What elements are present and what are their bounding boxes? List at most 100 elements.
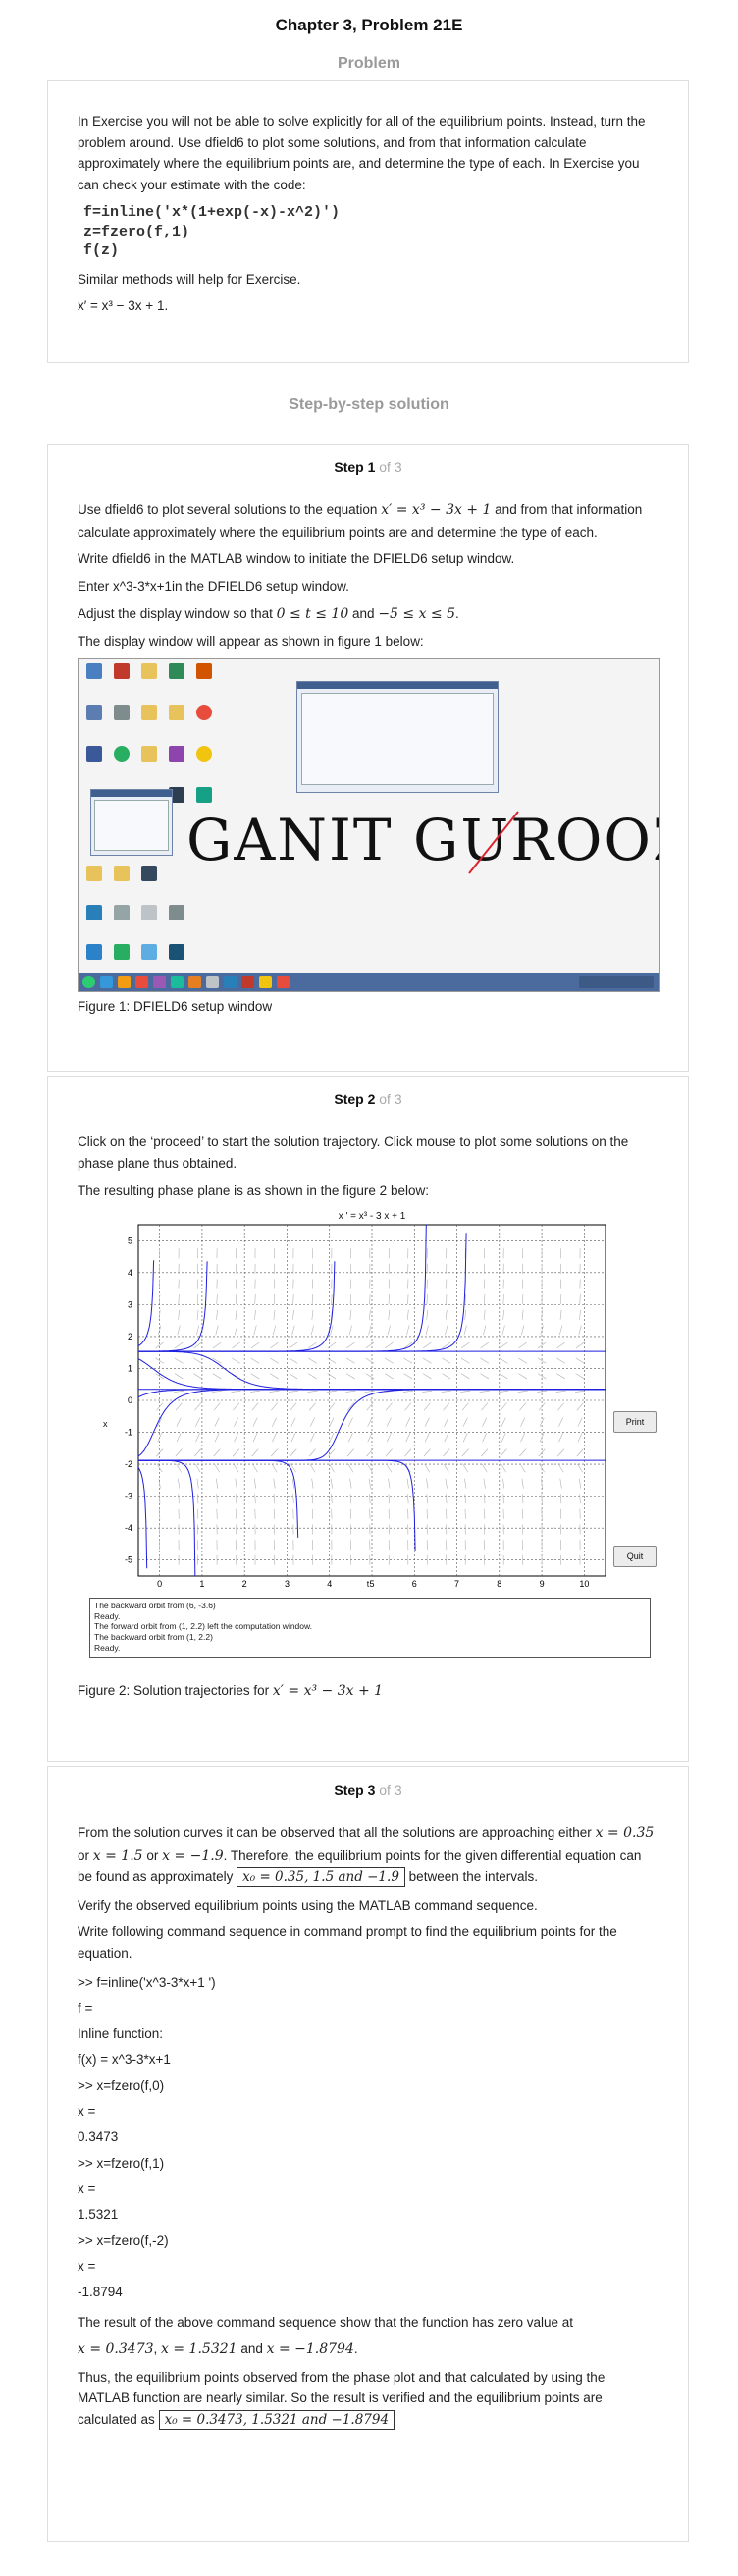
- step3-p4-values: x = 0.3473, x = 1.5321 and x = −1.8794.: [78, 2339, 659, 2360]
- chart-title: x ' = x³ - 3 x + 1: [339, 1211, 406, 1222]
- taskbar-icon[interactable]: [100, 976, 113, 988]
- x-tick-label: 7: [454, 1579, 459, 1589]
- cmd-line: f(x) = x^3-3*x+1: [78, 2047, 659, 2073]
- equation: x′ = x³ − 3x + 1: [381, 502, 491, 518]
- x-tick-label: 4: [327, 1579, 332, 1589]
- text: Use dfield6 to plot several solutions to…: [78, 502, 377, 517]
- problem-intro: In Exercise you will not be able to solv…: [78, 111, 659, 195]
- step2-panel: Step 2 of 3 Click on the ‘proceed’ to st…: [47, 1076, 689, 1762]
- step3-p5: Thus, the equilibrium points observed fr…: [78, 2367, 659, 2432]
- system-tray: [579, 976, 654, 988]
- taskbar-icon[interactable]: [135, 976, 148, 988]
- x-tick-label: 10: [579, 1579, 589, 1589]
- y-tick-label: 3: [128, 1300, 132, 1310]
- message-line: The backward orbit from (6, -3.6): [94, 1601, 646, 1611]
- step3-header: Step 3 of 3: [78, 1779, 659, 1801]
- command-sequence: >> f=inline('x^3-3*x+1 ') f = Inline fun…: [78, 1971, 659, 2306]
- value: x = 1.5: [93, 1848, 143, 1864]
- print-button[interactable]: Print: [613, 1411, 657, 1433]
- step2-p2: The resulting phase plane is as shown in…: [78, 1181, 659, 1202]
- code-line: f(z): [83, 241, 659, 261]
- value: x = 1.5321: [161, 2341, 237, 2357]
- cmd-line: >> x=fzero(f,0): [78, 2074, 659, 2099]
- step3-p1: From the solution curves it can be obser…: [78, 1822, 659, 1888]
- y-tick-label: -2: [125, 1459, 132, 1469]
- x-tick-label: 8: [497, 1579, 501, 1589]
- y-tick-label: 5: [128, 1235, 132, 1245]
- step1-p5: The display window will appear as shown …: [78, 631, 659, 653]
- taskbar-icon[interactable]: [171, 976, 184, 988]
- text: and: [352, 606, 375, 621]
- taskbar-icon[interactable]: [277, 976, 290, 988]
- value: x = 0.3473: [78, 2341, 154, 2357]
- problem-heading: Problem: [0, 51, 738, 77]
- text: and: [240, 2341, 263, 2356]
- step2-header: Step 2 of 3: [78, 1088, 659, 1110]
- step3-panel: Step 3 of 3 From the solution curves it …: [47, 1766, 689, 2542]
- x-tick-label: 5: [369, 1579, 374, 1589]
- y-tick-label: 1: [128, 1364, 132, 1374]
- inequality: −5 ≤ x ≤ 5: [378, 606, 455, 622]
- taskbar-icon[interactable]: [118, 976, 131, 988]
- y-tick-label: -1: [125, 1428, 132, 1438]
- step2-p1: Click on the ‘proceed’ to start the solu…: [78, 1131, 659, 1174]
- problem-code: f=inline('x*(1+exp(-x)-x^2)') z=fzero(f,…: [83, 203, 659, 261]
- taskbar-icon[interactable]: [206, 976, 219, 988]
- x-tick-label: 6: [412, 1579, 417, 1589]
- figure2-caption: Figure 2: Solution trajectories for x′ =…: [78, 1680, 659, 1702]
- x-tick-label: 2: [242, 1579, 247, 1589]
- x-tick-label: 9: [540, 1579, 545, 1589]
- x-tick-label: 3: [285, 1579, 290, 1589]
- cmd-line: x =: [78, 2099, 659, 2125]
- value: x = 0.35: [596, 1825, 655, 1841]
- taskbar-icon[interactable]: [241, 976, 254, 988]
- y-tick-label: 2: [128, 1332, 132, 1341]
- windows-taskbar: [79, 973, 659, 991]
- step-label: Step 3: [334, 1782, 375, 1798]
- step1-p3: Enter x^3-3*x+1in the DFIELD6 setup wind…: [78, 576, 659, 598]
- step1-p4: Adjust the display window so that 0 ≤ t …: [78, 604, 659, 625]
- cmd-line: x =: [78, 2254, 659, 2280]
- text: or: [146, 1848, 158, 1863]
- y-tick-label: 0: [128, 1395, 132, 1405]
- step-of: of 3: [379, 1782, 401, 1798]
- value: x = −1.9: [162, 1848, 224, 1864]
- message-line: The backward orbit from (1, 2.2): [94, 1632, 646, 1643]
- x-tick-label: 0: [157, 1579, 162, 1589]
- watermark-slash: [79, 659, 659, 991]
- equation: x′ = x³ − 3x + 1: [273, 1683, 383, 1699]
- step1-p1: Use dfield6 to plot several solutions to…: [78, 499, 659, 543]
- cmd-line: -1.8794: [78, 2280, 659, 2305]
- y-axis-label: x: [103, 1419, 108, 1429]
- cmd-line: >> x=fzero(f,-2): [78, 2229, 659, 2254]
- message-line: The forward orbit from (1, 2.2) left the…: [94, 1621, 646, 1632]
- boxed-answer: x₀ = 0.35, 1.5 and −1.9: [237, 1867, 405, 1887]
- taskbar-icon[interactable]: [259, 976, 272, 988]
- text: .: [455, 606, 459, 621]
- cmd-line: x =: [78, 2177, 659, 2202]
- solution-heading: Step-by-step solution: [0, 393, 738, 418]
- step-label: Step 1: [334, 459, 375, 475]
- y-tick-label: 4: [128, 1268, 132, 1278]
- code-line: f=inline('x*(1+exp(-x)-x^2)'): [83, 203, 659, 223]
- taskbar-icon[interactable]: [153, 976, 166, 988]
- text: between the intervals.: [409, 1869, 538, 1884]
- message-window: The backward orbit from (6, -3.6) Ready.…: [89, 1598, 651, 1658]
- step1-p2: Write dfield6 in the MATLAB window to in…: [78, 549, 659, 570]
- taskbar-icon[interactable]: [188, 976, 201, 988]
- step-of: of 3: [379, 1091, 401, 1107]
- text: Adjust the display window so that: [78, 606, 273, 621]
- step-of: of 3: [379, 459, 401, 475]
- page-title: Chapter 3, Problem 21E: [0, 12, 738, 38]
- step1-header: Step 1 of 3: [78, 456, 659, 478]
- message-line: Ready.: [94, 1611, 646, 1622]
- message-line: Ready.: [94, 1643, 646, 1654]
- step3-p2: Verify the observed equilibrium points u…: [78, 1895, 659, 1917]
- taskbar-icon[interactable]: [224, 976, 237, 988]
- quit-button[interactable]: Quit: [613, 1546, 657, 1567]
- text: Figure 2: Solution trajectories for: [78, 1683, 269, 1698]
- x-tick-label: 1: [199, 1579, 204, 1589]
- text: From the solution curves it can be obser…: [78, 1825, 592, 1840]
- problem-panel: In Exercise you will not be able to solv…: [47, 80, 689, 363]
- start-button[interactable]: [82, 976, 95, 988]
